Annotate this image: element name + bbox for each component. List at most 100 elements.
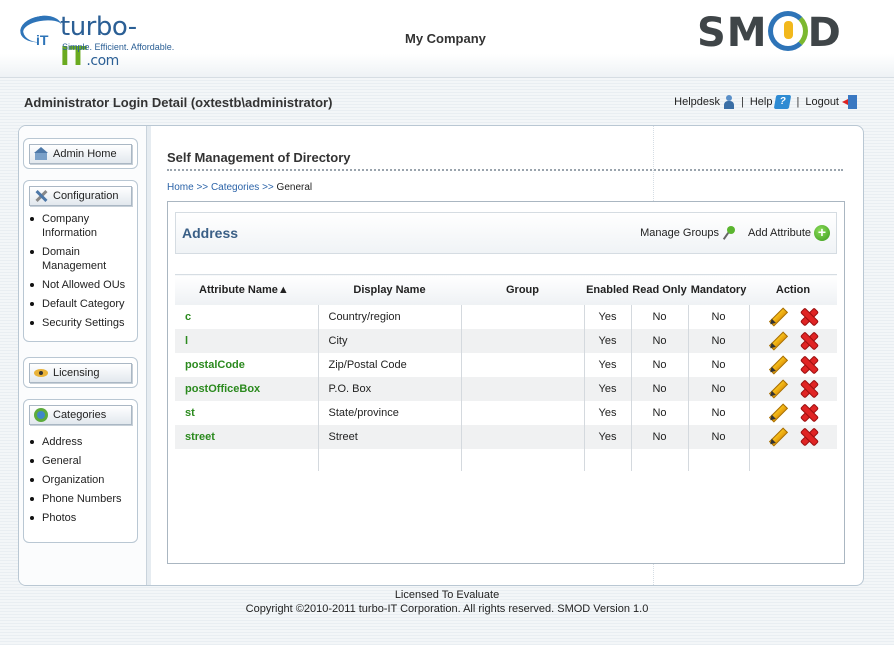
sort-ascending-icon: ▲: [277, 283, 289, 296]
group-cell: [460, 304, 584, 329]
read-only-cell: No: [630, 352, 688, 377]
enabled-cell: Yes: [583, 400, 631, 425]
breadcrumb-home[interactable]: Home: [167, 182, 194, 193]
breadcrumb-categories[interactable]: Categories: [211, 182, 259, 193]
breadcrumb-current: General: [276, 182, 313, 193]
attribute-name-cell[interactable]: postalCode: [175, 352, 318, 377]
column-header-display-name: Display Name: [318, 274, 461, 305]
edit-pencil-icon[interactable]: [768, 428, 786, 446]
logo-brand-main: turbo-: [60, 12, 137, 42]
title-divider: [167, 169, 843, 171]
link-separator: |: [796, 96, 800, 108]
configuration-label: Configuration: [53, 190, 119, 202]
group-cell: [460, 424, 584, 449]
attribute-name-cell[interactable]: l: [175, 328, 318, 353]
enabled-cell: Yes: [583, 328, 631, 353]
sidebar-item-default-category[interactable]: Default Category: [24, 297, 137, 311]
enabled-cell: Yes: [583, 424, 631, 449]
table-row: c Country/region Yes No No: [175, 304, 837, 329]
panel-actions: Manage Groups Add Attribute +: [628, 225, 830, 241]
smod-logo: SM D: [697, 10, 842, 56]
link-separator: |: [741, 96, 744, 108]
mandatory-cell: No: [687, 304, 749, 329]
empty-cell: [687, 448, 749, 471]
sidebar-item-organization[interactable]: Organization: [24, 473, 137, 487]
sidebar-item-phone-numbers[interactable]: Phone Numbers: [24, 492, 137, 506]
helpdesk-icon: [723, 95, 735, 109]
attribute-name-cell[interactable]: postOfficeBox: [175, 376, 318, 401]
enabled-cell: Yes: [583, 376, 631, 401]
help-link[interactable]: Help?: [749, 95, 792, 109]
table-row: postOfficeBox P.O. Box Yes No No: [175, 376, 837, 401]
edit-pencil-icon[interactable]: [768, 308, 786, 326]
page-title: Self Management of Directory: [167, 150, 351, 165]
top-links: Helpdesk | Help? | Logout: [674, 95, 858, 109]
display-name-cell: Country/region: [317, 304, 461, 329]
mandatory-cell: No: [687, 424, 749, 449]
sidebar-item-domain-management[interactable]: Domain Management: [24, 245, 137, 273]
sidebar-item-general[interactable]: General: [24, 454, 137, 468]
edit-pencil-icon[interactable]: [768, 404, 786, 422]
logout-link[interactable]: Logout: [805, 95, 858, 109]
tools-icon: [34, 189, 48, 203]
home-icon: [34, 147, 48, 161]
logo-mark: iT: [36, 32, 49, 48]
table-row: st State/province Yes No No: [175, 400, 837, 425]
logo-brand-com: .com: [86, 53, 119, 69]
sidebar-item-address[interactable]: Address: [24, 435, 137, 449]
helpdesk-label: Helpdesk: [674, 96, 720, 108]
help-label: Help: [749, 96, 773, 108]
column-header-attribute-name[interactable]: Attribute Name▲: [175, 274, 318, 305]
categories-button[interactable]: Categories: [29, 405, 132, 425]
manage-groups-label: Manage Groups: [640, 227, 719, 239]
smod-logo-sm: SM: [697, 10, 768, 56]
edit-pencil-icon[interactable]: [768, 332, 786, 350]
sidebar-divider: [147, 126, 151, 585]
help-icon: ?: [774, 95, 792, 109]
licensing-button[interactable]: Licensing: [29, 363, 132, 383]
logout-label: Logout: [805, 96, 839, 108]
table-empty-row: [175, 448, 837, 471]
delete-x-icon[interactable]: [800, 380, 818, 398]
edit-pencil-icon[interactable]: [768, 380, 786, 398]
display-name-cell: Street: [317, 424, 461, 449]
sidebar-item-security-settings[interactable]: Security Settings: [24, 316, 137, 330]
table-row: l City Yes No No: [175, 328, 837, 353]
enabled-cell: Yes: [583, 304, 631, 329]
attributes-panel: Address Manage Groups Add Attribute + At…: [167, 201, 845, 564]
display-name-cell: State/province: [317, 400, 461, 425]
smod-logo-o-icon: [767, 11, 808, 51]
breadcrumb-separator: >>: [196, 182, 209, 193]
attribute-name-cell[interactable]: c: [175, 304, 318, 329]
display-name-cell: City: [317, 328, 461, 353]
helpdesk-link[interactable]: Helpdesk: [674, 95, 735, 109]
delete-x-icon[interactable]: [800, 404, 818, 422]
breadcrumb-separator: >>: [262, 182, 274, 193]
read-only-cell: No: [630, 400, 688, 425]
add-attribute-button[interactable]: Add Attribute +: [748, 225, 830, 241]
empty-cell: [630, 448, 688, 471]
delete-x-icon[interactable]: [800, 332, 818, 350]
attribute-name-cell[interactable]: st: [175, 400, 318, 425]
turbo-it-logo: iT turbo-IT.com Simple. Efficient. Affor…: [18, 12, 190, 72]
logo-tagline: Simple. Efficient. Affordable.: [62, 42, 175, 52]
main-frame: Admin Home Configuration Company Informa…: [18, 125, 864, 586]
attribute-name-cell[interactable]: street: [175, 424, 318, 449]
delete-x-icon[interactable]: [800, 356, 818, 374]
group-cell: [460, 328, 584, 353]
copyright-text: Copyright ©2010-2011 turbo-IT Corporatio…: [245, 603, 649, 615]
delete-x-icon[interactable]: [800, 428, 818, 446]
manage-groups-button[interactable]: Manage Groups: [640, 226, 736, 240]
sidebar-item-photos[interactable]: Photos: [24, 511, 137, 525]
delete-x-icon[interactable]: [800, 308, 818, 326]
empty-cell: [583, 448, 631, 471]
logout-icon: [842, 95, 858, 109]
mandatory-cell: No: [687, 328, 749, 353]
licensing-label: Licensing: [53, 367, 100, 379]
configuration-button[interactable]: Configuration: [29, 186, 132, 206]
table-row: street Street Yes No No: [175, 424, 837, 449]
admin-home-button[interactable]: Admin Home: [29, 144, 132, 164]
sidebar-item-company-information[interactable]: Company Information: [24, 212, 137, 240]
sidebar-item-not-allowed-ous[interactable]: Not Allowed OUs: [24, 278, 137, 292]
edit-pencil-icon[interactable]: [768, 356, 786, 374]
